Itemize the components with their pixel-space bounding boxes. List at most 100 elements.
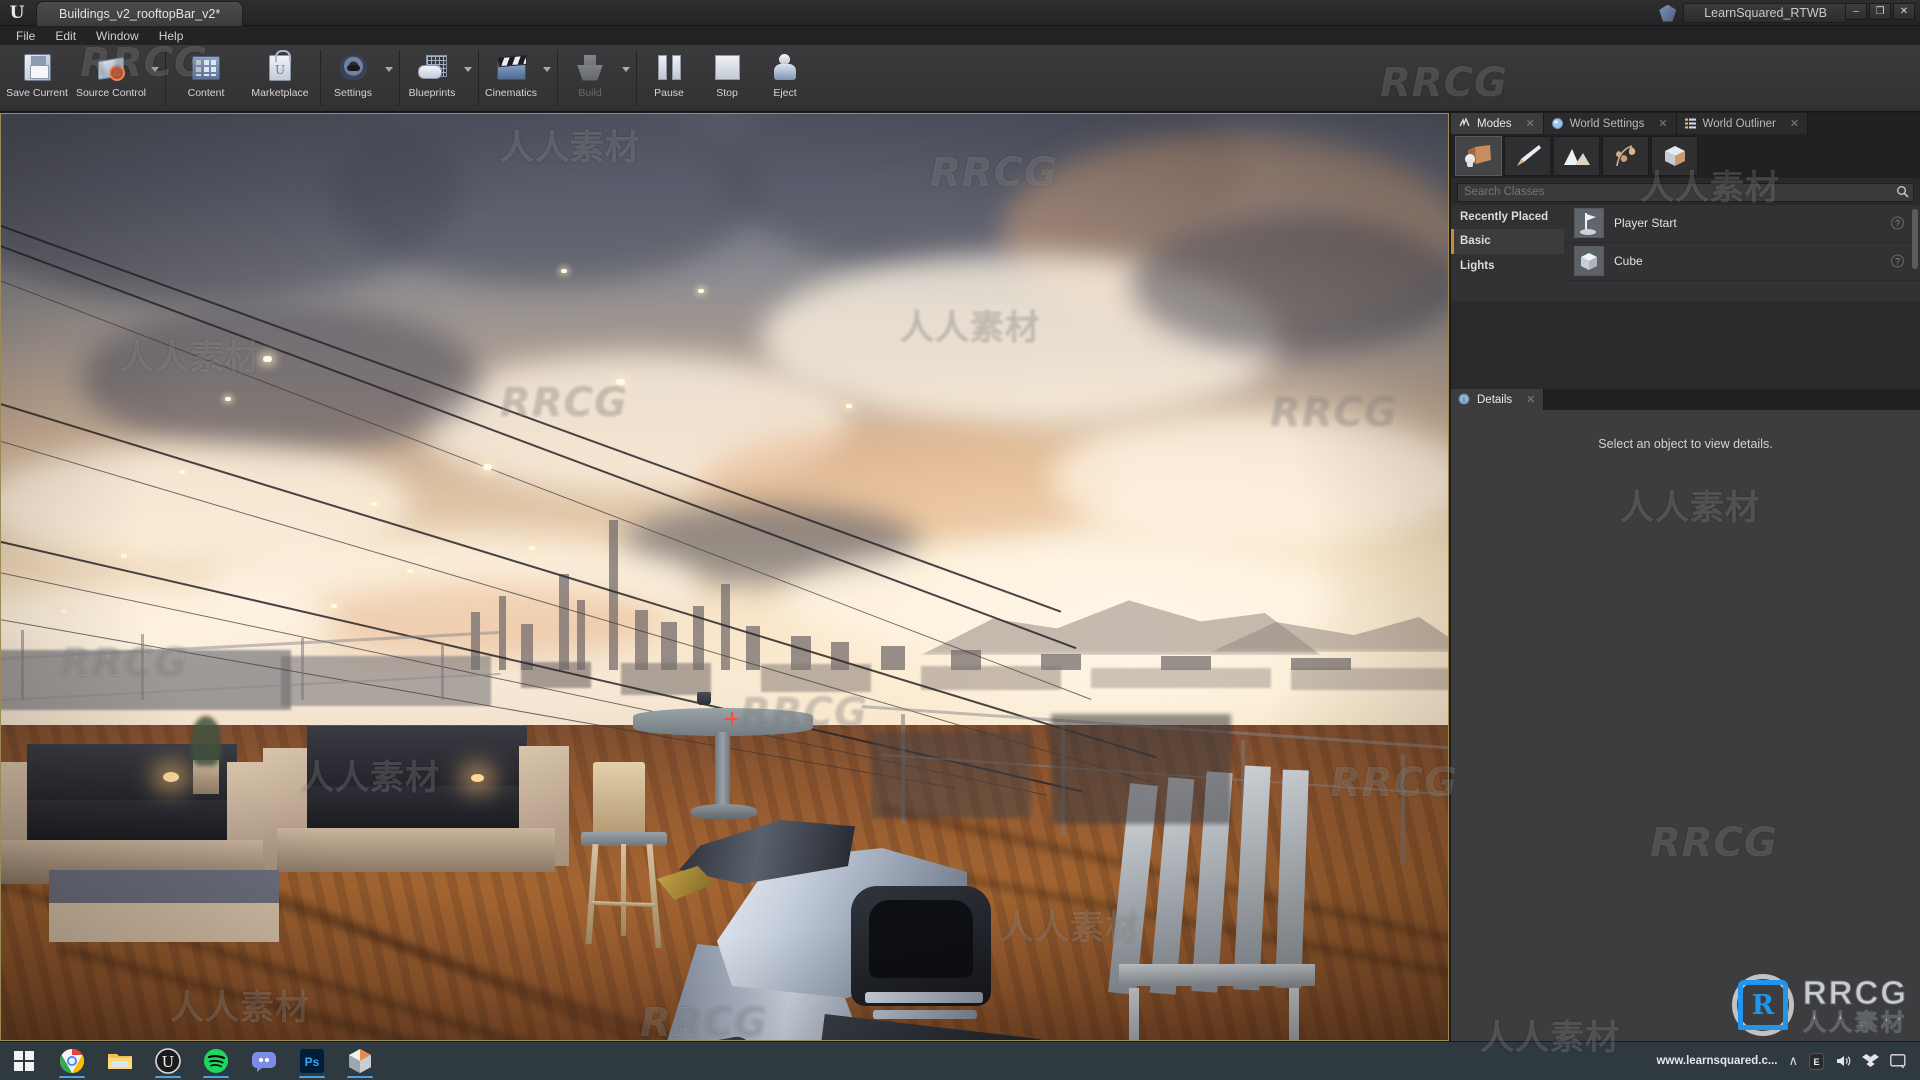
source-control-label: Source Control	[75, 87, 147, 99]
discord-icon[interactable]	[240, 1042, 288, 1080]
help-icon[interactable]: ?	[1891, 216, 1904, 230]
placement-item-list[interactable]: Player Start ? Cube ?	[1564, 204, 1920, 301]
tray-chevron-icon[interactable]: ∧	[1788, 1053, 1798, 1069]
item-list-scrollbar[interactable]	[1912, 208, 1918, 269]
document-tab-label: Buildings_v2_rooftopBar_v2*	[59, 7, 221, 21]
tab-modes-close[interactable]: ✕	[1526, 117, 1535, 130]
tab-details-label: Details	[1477, 393, 1513, 406]
weapon-rail	[873, 1010, 977, 1019]
category-label: Basic	[1460, 235, 1491, 248]
blueprints-label: Blueprints	[408, 87, 456, 99]
content-label: Content	[187, 87, 225, 99]
start-button[interactable]	[0, 1042, 48, 1080]
menu-file[interactable]: File	[6, 28, 45, 44]
menu-help[interactable]: Help	[149, 28, 194, 44]
round-bar-table	[633, 708, 813, 828]
paint-mode-button[interactable]	[1504, 136, 1551, 176]
build-button[interactable]: Build	[561, 45, 619, 111]
title-bar: U Buildings_v2_rooftopBar_v2* LearnSquar…	[0, 0, 1920, 26]
string-light-bulb	[529, 546, 535, 550]
cloud	[1131, 214, 1448, 354]
document-tab[interactable]: Buildings_v2_rooftopBar_v2*	[36, 1, 244, 26]
search-icon[interactable]	[1895, 184, 1910, 199]
details-panel: i Details ✕ Select an object to view det…	[1451, 389, 1920, 1041]
svg-text:i: i	[1463, 396, 1465, 404]
build-label: Build	[578, 87, 602, 99]
right-dock-panel: Modes ✕ World Settings ✕ World Outliner …	[1451, 113, 1920, 1041]
rooftop-block	[1291, 668, 1448, 690]
marketplace-button[interactable]: Marketplace	[243, 45, 317, 111]
list-item[interactable]: Cube ?	[1564, 243, 1920, 281]
search-classes-input[interactable]	[1457, 182, 1914, 202]
category-lights[interactable]: Lights	[1451, 254, 1564, 279]
cinematics-dropdown-arrow[interactable]	[540, 45, 554, 111]
weapon-optic-lens	[869, 900, 973, 978]
settings-label: Settings	[334, 87, 372, 99]
substance-painter-icon[interactable]	[336, 1042, 384, 1080]
category-recently-placed[interactable]: Recently Placed	[1451, 205, 1564, 230]
landscape-mode-button[interactable]	[1553, 136, 1600, 176]
tab-details-close[interactable]: ✕	[1526, 393, 1535, 406]
foliage-mode-button[interactable]	[1602, 136, 1649, 176]
ottoman-table	[49, 870, 279, 942]
tab-world-settings[interactable]: World Settings ✕	[1543, 113, 1677, 134]
menu-edit[interactable]: Edit	[45, 28, 86, 44]
build-dropdown-arrow[interactable]	[619, 45, 633, 111]
maximize-button[interactable]: ❐	[1869, 3, 1891, 20]
place-mode-button[interactable]	[1455, 136, 1502, 176]
eject-label: Eject	[773, 87, 797, 99]
epic-games-tray-icon[interactable]: E	[1809, 1052, 1824, 1070]
close-button[interactable]: ✕	[1893, 3, 1915, 20]
source-control-button[interactable]: Source Control	[74, 45, 148, 111]
source-control-icon	[96, 51, 126, 84]
tab-modes-label: Modes	[1477, 117, 1512, 130]
tab-world-outliner-close[interactable]: ✕	[1790, 117, 1799, 130]
title-bar-project: LearnSquared_RTWB	[1659, 2, 1848, 24]
content-browser-button[interactable]: Content	[169, 45, 243, 111]
menu-window[interactable]: Window	[86, 28, 149, 44]
floppy-disk-icon	[23, 51, 51, 84]
tab-world-outliner[interactable]: World Outliner ✕	[1676, 113, 1809, 134]
dropbox-tray-icon[interactable]	[1862, 1053, 1879, 1069]
settings-dropdown-arrow[interactable]	[382, 45, 396, 111]
skyline-building	[559, 574, 569, 670]
source-control-dropdown-arrow[interactable]	[148, 45, 162, 111]
stop-label: Stop	[716, 87, 738, 99]
category-label: Recently Placed	[1460, 210, 1549, 223]
cinematics-button[interactable]: Cinematics	[482, 45, 540, 111]
category-label: Lights	[1460, 259, 1495, 272]
photoshop-icon[interactable]: Ps	[288, 1042, 336, 1080]
settings-button[interactable]: Settings	[324, 45, 382, 111]
tab-world-settings-close[interactable]: ✕	[1658, 117, 1667, 130]
tab-modes[interactable]: Modes ✕	[1451, 113, 1544, 134]
help-icon[interactable]: ?	[1891, 254, 1904, 268]
list-item-label: Cube	[1614, 254, 1643, 268]
furniture-silhouette	[871, 732, 1031, 818]
spotify-icon[interactable]	[192, 1042, 240, 1080]
level-viewport[interactable]	[0, 113, 1449, 1041]
file-explorer-icon[interactable]	[96, 1042, 144, 1080]
blueprints-button[interactable]: Blueprints	[403, 45, 461, 111]
unreal-logo-icon: U	[9, 3, 25, 23]
volume-tray-icon[interactable]	[1835, 1053, 1851, 1069]
stop-button[interactable]: Stop	[698, 45, 756, 111]
minimize-button[interactable]: –	[1845, 3, 1867, 20]
chrome-icon[interactable]	[48, 1042, 96, 1080]
eject-icon	[772, 51, 799, 84]
svg-text:U: U	[162, 1053, 175, 1071]
blueprints-dropdown-arrow[interactable]	[461, 45, 475, 111]
eject-button[interactable]: Eject	[756, 45, 814, 111]
action-center-icon[interactable]	[1890, 1053, 1906, 1069]
geometry-editing-mode-button[interactable]	[1651, 136, 1698, 176]
category-basic[interactable]: Basic	[1451, 229, 1564, 254]
unreal-engine-icon[interactable]: U	[144, 1042, 192, 1080]
cinematics-clapperboard-icon	[496, 51, 526, 84]
outdoor-sofa	[263, 714, 593, 894]
tab-details[interactable]: i Details ✕	[1451, 389, 1545, 410]
toolbar-group-build: Build	[561, 45, 633, 111]
pause-button[interactable]: Pause	[640, 45, 698, 111]
list-item[interactable]: Player Start ?	[1564, 205, 1920, 243]
pause-icon	[657, 51, 681, 84]
save-current-button[interactable]: Save Current	[0, 45, 74, 111]
string-light-bulb	[331, 604, 337, 608]
